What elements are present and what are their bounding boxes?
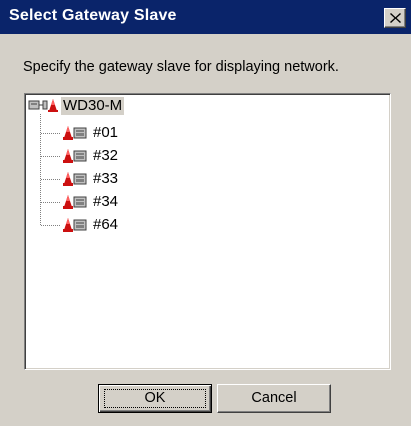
title-bar[interactable]: Select Gateway Slave: [0, 0, 411, 34]
tree-node-label: #34: [93, 193, 119, 210]
tree-node-label: #64: [93, 216, 119, 233]
cancel-button-label: Cancel: [251, 390, 297, 406]
tree-node-label: #01: [93, 124, 119, 141]
tree-node-label: #32: [93, 147, 119, 164]
gateway-slave-icon: [62, 147, 88, 169]
cancel-button[interactable]: Cancel: [217, 384, 331, 413]
gateway-slave-icon: [62, 170, 88, 192]
gateway-slave-icon: [62, 216, 88, 238]
network-master-icon: [28, 97, 60, 117]
gateway-tree-view[interactable]: WD30-M #01 #32 #33 #34 #64: [24, 93, 391, 370]
gateway-slave-icon: [62, 193, 88, 215]
instruction-text: Specify the gateway slave for displaying…: [23, 59, 339, 75]
tree-node-label: WD30-M: [61, 97, 125, 115]
close-icon: [390, 13, 401, 23]
ok-button[interactable]: OK: [98, 384, 212, 413]
tree-node-label: #33: [93, 170, 119, 187]
dialog-title: Select Gateway Slave: [9, 7, 177, 24]
gateway-slave-icon: [62, 124, 88, 146]
close-button[interactable]: [384, 8, 406, 28]
select-gateway-slave-dialog: Select Gateway Slave Specify the gateway…: [0, 0, 411, 426]
ok-button-label: OK: [144, 390, 166, 406]
